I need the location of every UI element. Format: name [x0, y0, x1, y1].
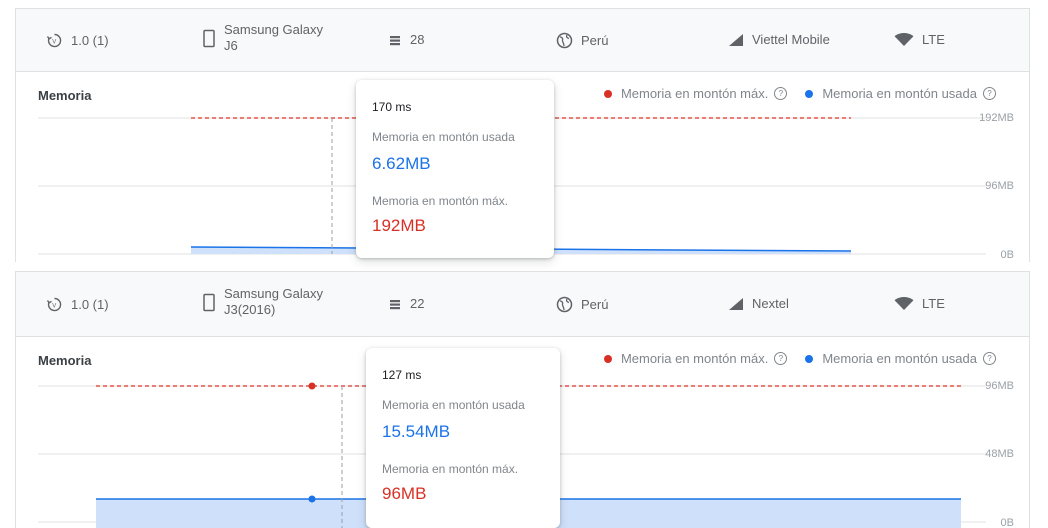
tooltip-used-value: 15.54MB: [382, 422, 451, 441]
tooltip-time: 170 ms: [372, 100, 412, 114]
device-info: Samsung Galaxy J3(2016): [202, 286, 323, 318]
tooltip-max-label: Memoria en montón máx.: [372, 194, 509, 208]
app-version-label: 1.0 (1): [71, 33, 109, 48]
globe-icon: [556, 32, 573, 49]
carrier: Viettel Mobile: [728, 32, 830, 47]
api-level-icon: [390, 299, 400, 309]
tooltip-used-label: Memoria en montón usada: [372, 130, 515, 144]
country: Perú: [556, 32, 608, 49]
carrier-label: Nextel: [752, 296, 789, 311]
network: LTE: [894, 296, 945, 311]
svg-text:V: V: [52, 304, 56, 310]
api-level: 28: [388, 32, 424, 47]
trace-info-bar: V 1.0 (1) Samsung Galaxy J6 28 Perú Viet…: [15, 8, 1030, 72]
api-level: 22: [388, 296, 424, 311]
tooltip-used-value: 6.62MB: [372, 154, 431, 173]
api-level-icon: [390, 35, 400, 45]
y-tick-label: 0B: [1001, 249, 1014, 261]
phone-icon: [203, 293, 215, 311]
country-label: Perú: [581, 297, 609, 312]
y-tick-label: 0B: [1001, 517, 1014, 528]
signal-icon: [729, 33, 743, 46]
version-icon: V: [46, 297, 62, 312]
version-icon: V: [46, 33, 62, 48]
network-label: LTE: [922, 32, 945, 47]
y-tick-label: 96MB: [985, 380, 1014, 392]
trace-info-bar: V 1.0 (1) Samsung Galaxy J3(2016) 22 Per…: [15, 271, 1030, 337]
device-name-line1: Samsung Galaxy: [224, 286, 323, 301]
tooltip-max-value: 192MB: [372, 216, 426, 235]
phone-icon: [203, 29, 215, 47]
device-name-line2: J3(2016): [224, 302, 276, 317]
device-name-line2: J6: [224, 38, 238, 53]
wifi-icon: [894, 32, 914, 46]
network-label: LTE: [922, 296, 945, 311]
memory-panel-1: V 1.0 (1) Samsung Galaxy J6 28 Perú Viet…: [0, 0, 1048, 262]
tooltip-max-label: Memoria en montón máx.: [382, 462, 519, 476]
y-tick-label: 192MB: [979, 112, 1014, 124]
y-tick-label: 48MB: [985, 448, 1014, 460]
carrier: Nextel: [728, 296, 789, 311]
country-label: Perú: [581, 33, 609, 48]
tooltip: 170 ms Memoria en montón usada 6.62MB Me…: [356, 80, 554, 258]
wifi-icon: [894, 296, 914, 310]
app-version: V 1.0 (1): [46, 32, 109, 49]
tooltip-max-value: 96MB: [382, 484, 427, 503]
app-version: V 1.0 (1): [46, 296, 109, 313]
memory-panel-2: V 1.0 (1) Samsung Galaxy J3(2016) 22 Per…: [0, 267, 1048, 528]
tooltip: 127 ms Memoria en montón usada 15.54MB M…: [366, 348, 560, 528]
api-level-label: 22: [410, 296, 425, 311]
y-tick-label: 96MB: [985, 180, 1014, 192]
network: LTE: [894, 32, 945, 47]
svg-text:V: V: [52, 40, 56, 46]
device-name-line1: Samsung Galaxy: [224, 22, 323, 37]
signal-icon: [729, 297, 743, 310]
tooltip-time: 127 ms: [382, 368, 422, 382]
max-heap-point: [308, 382, 316, 390]
app-version-label: 1.0 (1): [71, 297, 109, 312]
carrier-label: Viettel Mobile: [752, 32, 830, 47]
country: Perú: [556, 296, 608, 313]
device-info: Samsung Galaxy J6: [202, 22, 323, 54]
tooltip-used-label: Memoria en montón usada: [382, 398, 525, 412]
api-level-label: 28: [410, 32, 425, 47]
used-heap-point: [308, 495, 316, 503]
globe-icon: [556, 296, 573, 313]
